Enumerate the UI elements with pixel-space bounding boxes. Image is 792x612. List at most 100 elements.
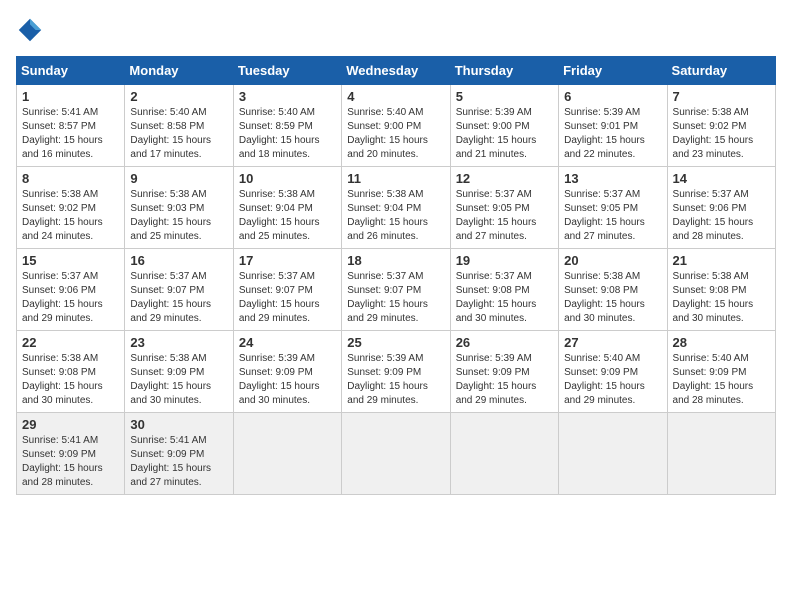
calendar-day-cell: 18 Sunrise: 5:37 AM Sunset: 9:07 PM Dayl… [342,249,450,331]
day-info: Sunrise: 5:37 AM Sunset: 9:06 PM Dayligh… [22,270,119,326]
calendar-day-cell: 10 Sunrise: 5:38 AM Sunset: 9:04 PM Dayl… [233,167,341,249]
day-number: 5 [456,89,553,104]
day-number: 11 [347,171,444,186]
day-info: Sunrise: 5:40 AM Sunset: 8:58 PM Dayligh… [130,106,227,162]
day-info: Sunrise: 5:38 AM Sunset: 9:02 PM Dayligh… [22,188,119,244]
day-info: Sunrise: 5:37 AM Sunset: 9:05 PM Dayligh… [564,188,661,244]
day-info: Sunrise: 5:37 AM Sunset: 9:06 PM Dayligh… [673,188,770,244]
weekday-header-tuesday: Tuesday [233,57,341,85]
day-info: Sunrise: 5:38 AM Sunset: 9:04 PM Dayligh… [347,188,444,244]
day-number: 27 [564,335,661,350]
day-number: 19 [456,253,553,268]
calendar-day-cell [233,413,341,495]
weekday-header-friday: Friday [559,57,667,85]
day-number: 10 [239,171,336,186]
day-number: 8 [22,171,119,186]
calendar-day-cell: 7 Sunrise: 5:38 AM Sunset: 9:02 PM Dayli… [667,85,775,167]
calendar-week-row: 15 Sunrise: 5:37 AM Sunset: 9:06 PM Dayl… [17,249,776,331]
calendar-day-cell: 19 Sunrise: 5:37 AM Sunset: 9:08 PM Dayl… [450,249,558,331]
calendar-day-cell: 5 Sunrise: 5:39 AM Sunset: 9:00 PM Dayli… [450,85,558,167]
day-info: Sunrise: 5:38 AM Sunset: 9:08 PM Dayligh… [673,270,770,326]
day-info: Sunrise: 5:39 AM Sunset: 9:09 PM Dayligh… [456,352,553,408]
day-info: Sunrise: 5:39 AM Sunset: 9:09 PM Dayligh… [347,352,444,408]
day-number: 14 [673,171,770,186]
day-number: 30 [130,417,227,432]
calendar-day-cell: 1 Sunrise: 5:41 AM Sunset: 8:57 PM Dayli… [17,85,125,167]
calendar-day-cell: 14 Sunrise: 5:37 AM Sunset: 9:06 PM Dayl… [667,167,775,249]
day-info: Sunrise: 5:38 AM Sunset: 9:02 PM Dayligh… [673,106,770,162]
day-number: 7 [673,89,770,104]
calendar-day-cell: 16 Sunrise: 5:37 AM Sunset: 9:07 PM Dayl… [125,249,233,331]
day-info: Sunrise: 5:37 AM Sunset: 9:07 PM Dayligh… [130,270,227,326]
day-info: Sunrise: 5:40 AM Sunset: 9:09 PM Dayligh… [673,352,770,408]
day-number: 22 [22,335,119,350]
day-info: Sunrise: 5:38 AM Sunset: 9:04 PM Dayligh… [239,188,336,244]
calendar-day-cell: 15 Sunrise: 5:37 AM Sunset: 9:06 PM Dayl… [17,249,125,331]
weekday-header-sunday: Sunday [17,57,125,85]
day-info: Sunrise: 5:38 AM Sunset: 9:08 PM Dayligh… [564,270,661,326]
day-info: Sunrise: 5:37 AM Sunset: 9:07 PM Dayligh… [239,270,336,326]
calendar-day-cell: 4 Sunrise: 5:40 AM Sunset: 9:00 PM Dayli… [342,85,450,167]
calendar-day-cell: 2 Sunrise: 5:40 AM Sunset: 8:58 PM Dayli… [125,85,233,167]
calendar-day-cell: 6 Sunrise: 5:39 AM Sunset: 9:01 PM Dayli… [559,85,667,167]
weekday-header-thursday: Thursday [450,57,558,85]
day-info: Sunrise: 5:39 AM Sunset: 9:00 PM Dayligh… [456,106,553,162]
calendar-day-cell: 24 Sunrise: 5:39 AM Sunset: 9:09 PM Dayl… [233,331,341,413]
calendar-week-row: 29 Sunrise: 5:41 AM Sunset: 9:09 PM Dayl… [17,413,776,495]
day-number: 26 [456,335,553,350]
day-info: Sunrise: 5:41 AM Sunset: 9:09 PM Dayligh… [130,434,227,490]
calendar-day-cell: 26 Sunrise: 5:39 AM Sunset: 9:09 PM Dayl… [450,331,558,413]
logo [16,16,48,44]
day-number: 23 [130,335,227,350]
day-number: 6 [564,89,661,104]
calendar-day-cell: 27 Sunrise: 5:40 AM Sunset: 9:09 PM Dayl… [559,331,667,413]
calendar-day-cell [342,413,450,495]
day-number: 18 [347,253,444,268]
logo-icon [16,16,44,44]
calendar-day-cell: 17 Sunrise: 5:37 AM Sunset: 9:07 PM Dayl… [233,249,341,331]
day-info: Sunrise: 5:39 AM Sunset: 9:01 PM Dayligh… [564,106,661,162]
day-info: Sunrise: 5:40 AM Sunset: 8:59 PM Dayligh… [239,106,336,162]
calendar-day-cell: 12 Sunrise: 5:37 AM Sunset: 9:05 PM Dayl… [450,167,558,249]
calendar-week-row: 22 Sunrise: 5:38 AM Sunset: 9:08 PM Dayl… [17,331,776,413]
calendar-day-cell: 11 Sunrise: 5:38 AM Sunset: 9:04 PM Dayl… [342,167,450,249]
day-info: Sunrise: 5:38 AM Sunset: 9:09 PM Dayligh… [130,352,227,408]
calendar-day-cell: 28 Sunrise: 5:40 AM Sunset: 9:09 PM Dayl… [667,331,775,413]
calendar-day-cell: 21 Sunrise: 5:38 AM Sunset: 9:08 PM Dayl… [667,249,775,331]
day-number: 25 [347,335,444,350]
day-number: 2 [130,89,227,104]
day-info: Sunrise: 5:41 AM Sunset: 8:57 PM Dayligh… [22,106,119,162]
day-number: 28 [673,335,770,350]
day-number: 3 [239,89,336,104]
day-number: 21 [673,253,770,268]
calendar-day-cell: 22 Sunrise: 5:38 AM Sunset: 9:08 PM Dayl… [17,331,125,413]
day-info: Sunrise: 5:38 AM Sunset: 9:03 PM Dayligh… [130,188,227,244]
calendar-day-cell: 29 Sunrise: 5:41 AM Sunset: 9:09 PM Dayl… [17,413,125,495]
calendar-week-row: 1 Sunrise: 5:41 AM Sunset: 8:57 PM Dayli… [17,85,776,167]
day-number: 20 [564,253,661,268]
day-number: 16 [130,253,227,268]
day-info: Sunrise: 5:39 AM Sunset: 9:09 PM Dayligh… [239,352,336,408]
day-number: 17 [239,253,336,268]
calendar-day-cell: 20 Sunrise: 5:38 AM Sunset: 9:08 PM Dayl… [559,249,667,331]
calendar-table: SundayMondayTuesdayWednesdayThursdayFrid… [16,56,776,495]
day-number: 13 [564,171,661,186]
calendar-day-cell: 30 Sunrise: 5:41 AM Sunset: 9:09 PM Dayl… [125,413,233,495]
day-info: Sunrise: 5:37 AM Sunset: 9:08 PM Dayligh… [456,270,553,326]
day-info: Sunrise: 5:37 AM Sunset: 9:07 PM Dayligh… [347,270,444,326]
day-info: Sunrise: 5:38 AM Sunset: 9:08 PM Dayligh… [22,352,119,408]
calendar-week-row: 8 Sunrise: 5:38 AM Sunset: 9:02 PM Dayli… [17,167,776,249]
day-info: Sunrise: 5:40 AM Sunset: 9:00 PM Dayligh… [347,106,444,162]
day-number: 29 [22,417,119,432]
calendar-day-cell: 8 Sunrise: 5:38 AM Sunset: 9:02 PM Dayli… [17,167,125,249]
weekday-header-monday: Monday [125,57,233,85]
calendar-day-cell [450,413,558,495]
day-info: Sunrise: 5:40 AM Sunset: 9:09 PM Dayligh… [564,352,661,408]
day-number: 4 [347,89,444,104]
calendar-day-cell: 13 Sunrise: 5:37 AM Sunset: 9:05 PM Dayl… [559,167,667,249]
day-number: 24 [239,335,336,350]
calendar-day-cell: 9 Sunrise: 5:38 AM Sunset: 9:03 PM Dayli… [125,167,233,249]
calendar-day-cell [667,413,775,495]
calendar-day-cell: 3 Sunrise: 5:40 AM Sunset: 8:59 PM Dayli… [233,85,341,167]
weekday-header-wednesday: Wednesday [342,57,450,85]
